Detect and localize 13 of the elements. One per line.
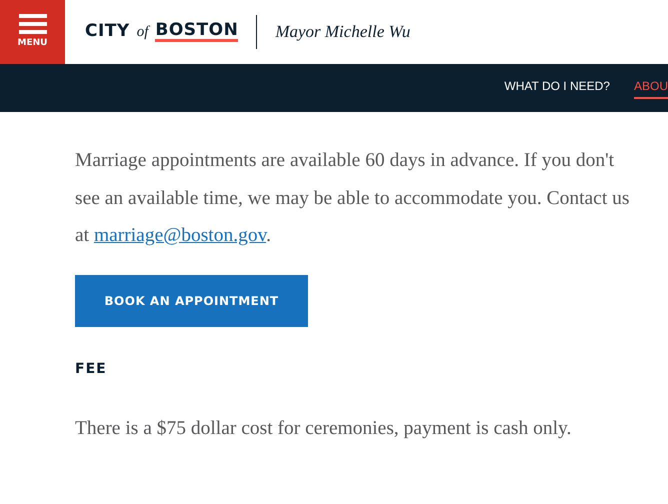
email-link[interactable]: marriage@boston.gov [94,225,266,246]
logo-text[interactable]: CITY [85,19,130,45]
mayor-name: Mayor Michelle Wu [275,21,410,44]
paragraph: Marriage appointments are available 60 days in advance. If you don't see an available time, we may be able to accommodate you. Contact us at marriage@boston.gov. [75,149,630,248]
menu-icon [18,14,46,34]
nav-link[interactable]: WHAT DO I NEED? [504,77,610,99]
logo-text[interactable]: BOSTON [155,22,238,42]
paragraph: There is a $75 dollar cost for ceremonies, payment is cash only. [75,416,572,440]
book-appointment-button[interactable]: BOOK AN APPOINTMENT [75,274,308,326]
nav-link[interactable]: ABOU [634,77,668,99]
menu-button[interactable]: MENU [0,0,65,64]
section-heading: FEE [75,360,108,378]
logo-text[interactable]: of [136,20,148,44]
